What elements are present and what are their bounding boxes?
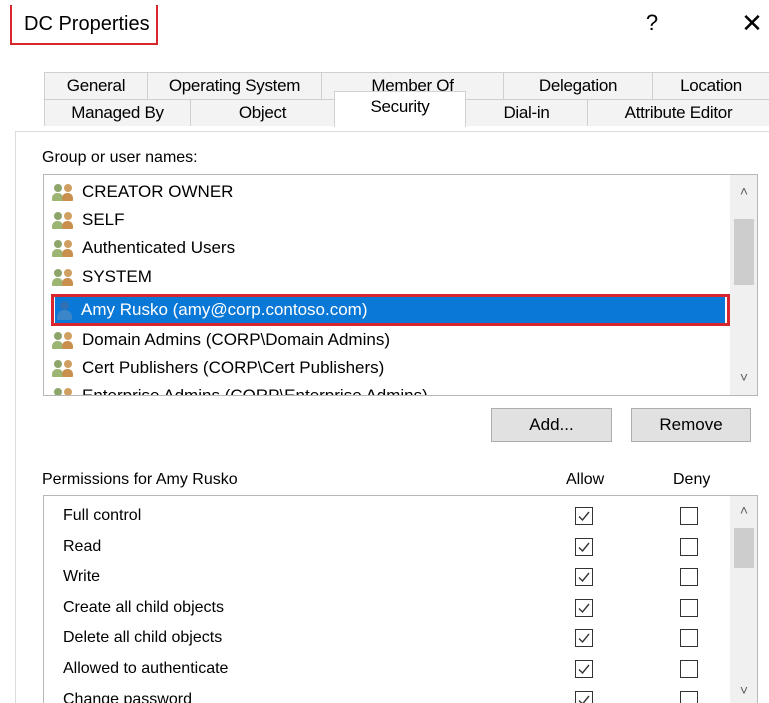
permission-row: Create all child objects (44, 593, 730, 623)
scroll-down-arrow-icon[interactable]: ˅ (730, 678, 757, 702)
scroll-down-arrow-icon[interactable]: ˅ (730, 365, 757, 389)
permission-row: Write (44, 562, 730, 592)
group-user-list[interactable]: CREATOR OWNER SELF Authenticated Users S… (43, 174, 758, 396)
permission-name: Allowed to authenticate (63, 660, 229, 677)
group-icon (52, 359, 76, 377)
tab-strip: General Operating System Member Of Deleg… (44, 72, 769, 132)
tab-general[interactable]: General (44, 72, 148, 99)
permission-name: Full control (63, 507, 142, 524)
permission-name: Read (63, 538, 102, 555)
close-button[interactable]: ✕ (740, 8, 764, 39)
tab-managed-by[interactable]: Managed By (44, 99, 191, 126)
permissions-scrollbar[interactable]: ˄ ˅ (730, 496, 757, 703)
permission-row: Change password (44, 685, 730, 703)
scroll-up-arrow-icon[interactable]: ˄ (730, 179, 757, 203)
tab-location[interactable]: Location (652, 72, 769, 99)
help-button[interactable]: ? (642, 10, 662, 36)
permission-row: Allowed to authenticate (44, 654, 730, 684)
list-item-label: SYSTEM (82, 266, 152, 286)
deny-column-header: Deny (673, 471, 711, 488)
group-icon (52, 387, 76, 395)
list-item[interactable]: SYSTEM (52, 263, 152, 290)
list-item-label: Domain Admins (CORP\Domain Admins) (82, 329, 390, 349)
list-item[interactable]: Domain Admins (CORP\Domain Admins) (52, 326, 390, 353)
permission-name: Write (63, 568, 101, 585)
allow-checkbox[interactable] (575, 629, 593, 647)
group-icon (52, 211, 76, 229)
permission-row: Full control (44, 501, 730, 531)
permission-row: Delete all child objects (44, 623, 730, 653)
permission-name: Delete all child objects (63, 629, 223, 646)
deny-checkbox[interactable] (680, 691, 698, 703)
permissions-label: Permissions for Amy Rusko (42, 471, 238, 488)
tab-object[interactable]: Object (190, 99, 335, 126)
group-icon (52, 268, 76, 286)
list-item[interactable]: Enterprise Admins (CORP\Enterprise Admin… (52, 382, 428, 396)
allow-column-header: Allow (566, 471, 605, 488)
deny-checkbox[interactable] (680, 568, 698, 586)
user-icon (55, 300, 75, 320)
deny-checkbox[interactable] (680, 660, 698, 678)
tab-row-2: Managed By Object Security Dial-in Attri… (44, 91, 769, 127)
list-item-label: Cert Publishers (CORP\Cert Publishers) (82, 357, 385, 377)
list-item[interactable]: Authenticated Users (52, 234, 235, 261)
list-item-label: SELF (82, 209, 125, 229)
scroll-thumb[interactable] (734, 219, 754, 285)
add-button[interactable]: Add... (491, 408, 612, 442)
list-item[interactable]: SELF (52, 206, 125, 233)
permission-row: Read (44, 532, 730, 562)
allow-checkbox[interactable] (575, 568, 593, 586)
permission-name: Change password (63, 691, 192, 703)
allow-checkbox[interactable] (575, 660, 593, 678)
deny-checkbox[interactable] (680, 629, 698, 647)
permission-name: Create all child objects (63, 599, 224, 616)
allow-checkbox[interactable] (575, 691, 593, 703)
scroll-up-arrow-icon[interactable]: ˄ (730, 498, 757, 522)
allow-checkbox[interactable] (575, 599, 593, 617)
deny-checkbox[interactable] (680, 599, 698, 617)
tab-attribute-editor[interactable]: Attribute Editor (587, 99, 769, 126)
group-icon (52, 239, 76, 257)
list-item[interactable]: CREATOR OWNER (52, 178, 233, 205)
list-item-label: Enterprise Admins (CORP\Enterprise Admin… (82, 385, 428, 396)
tab-delegation[interactable]: Delegation (503, 72, 653, 99)
tab-dial-in[interactable]: Dial-in (465, 99, 588, 126)
allow-checkbox[interactable] (575, 507, 593, 525)
remove-button[interactable]: Remove (631, 408, 751, 442)
deny-checkbox[interactable] (680, 538, 698, 556)
group-list-scrollbar[interactable]: ˄ ˅ (730, 175, 757, 395)
list-item-selected[interactable]: Amy Rusko (amy@corp.contoso.com) (55, 296, 725, 324)
title-bar: DC Properties ? ✕ (0, 0, 769, 52)
list-item-label: Amy Rusko (amy@corp.contoso.com) (81, 300, 368, 319)
list-item-label: Authenticated Users (82, 237, 236, 257)
deny-checkbox[interactable] (680, 507, 698, 525)
window-title: DC Properties (10, 5, 158, 45)
tab-security[interactable]: Security (334, 91, 466, 127)
permissions-list[interactable]: Full control Read Write Create all child… (43, 495, 758, 703)
list-item[interactable]: Cert Publishers (CORP\Cert Publishers) (52, 354, 384, 381)
group-icon (52, 183, 76, 201)
scroll-thumb[interactable] (734, 528, 754, 568)
group-icon (52, 331, 76, 349)
list-item-label: CREATOR OWNER (82, 181, 234, 201)
group-list-label: Group or user names: (42, 149, 198, 166)
tab-operating-system[interactable]: Operating System (147, 72, 322, 99)
allow-checkbox[interactable] (575, 538, 593, 556)
